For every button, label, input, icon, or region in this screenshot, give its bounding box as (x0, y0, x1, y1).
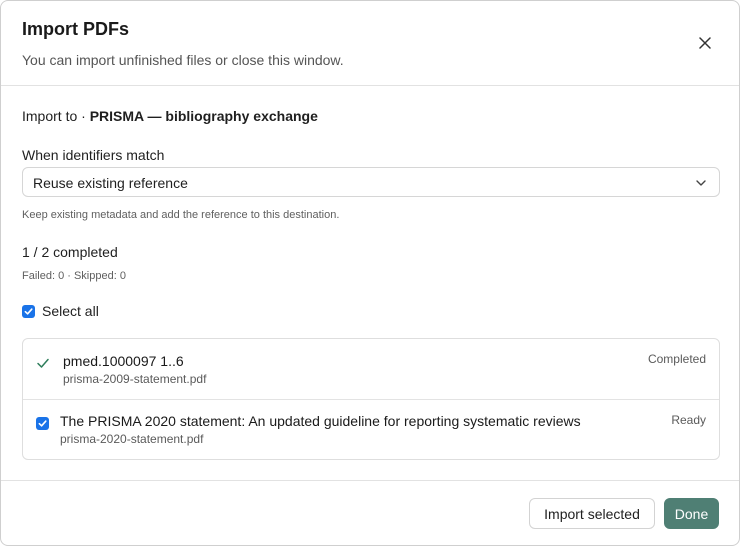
file-filename: prisma-2020-statement.pdf (60, 432, 204, 446)
import-pdfs-dialog: Import PDFs You can import unfinished fi… (0, 0, 740, 546)
checkmark-icon (38, 420, 47, 427)
chevron-down-icon (696, 180, 706, 186)
identifier-match-value: Reuse existing reference (33, 175, 188, 191)
select-all-label: Select all (42, 303, 99, 319)
dialog-body: Import to · PRISMA — bibliography exchan… (1, 87, 739, 480)
file-checkbox[interactable] (36, 417, 49, 430)
file-filename: prisma-2009-statement.pdf (63, 372, 207, 386)
import-to-prefix: Import to · (22, 108, 90, 124)
dialog-title: Import PDFs (22, 19, 130, 39)
file-list: pmed.1000097 1..6 prisma-2009-statement.… (22, 338, 720, 460)
identifier-match-help: Keep existing metadata and add the refer… (22, 209, 340, 221)
dialog-header: Import PDFs You can import unfinished fi… (1, 1, 739, 86)
close-icon (699, 37, 711, 49)
close-button[interactable] (695, 33, 715, 53)
file-row: pmed.1000097 1..6 prisma-2009-statement.… (23, 339, 719, 400)
done-button[interactable]: Done (664, 498, 719, 529)
progress-counts: Failed: 0 · Skipped: 0 (22, 270, 126, 282)
file-title: The PRISMA 2020 statement: An updated gu… (60, 413, 581, 429)
progress-summary: 1 / 2 completed (22, 244, 118, 260)
import-selected-button[interactable]: Import selected (529, 498, 655, 529)
checkmark-icon (24, 307, 33, 315)
dialog-footer: Import selected Done (1, 480, 739, 545)
identifier-match-select[interactable]: Reuse existing reference (22, 167, 720, 197)
destination-name: PRISMA — bibliography exchange (89, 108, 318, 124)
file-status: Completed (647, 352, 706, 366)
dialog-subtitle: You can import unfinished files or close… (22, 52, 344, 68)
checkbox-checked[interactable] (22, 304, 35, 318)
identifier-match-label: When identifiers match (22, 147, 165, 163)
file-row: The PRISMA 2020 statement: An updated gu… (23, 400, 719, 459)
select-all-checkbox[interactable]: Select all (22, 303, 99, 319)
check-icon (37, 358, 49, 368)
file-title: pmed.1000097 1..6 (63, 353, 184, 369)
file-status: Ready (671, 413, 706, 427)
import-destination: Import to · PRISMA — bibliography exchan… (22, 108, 318, 124)
